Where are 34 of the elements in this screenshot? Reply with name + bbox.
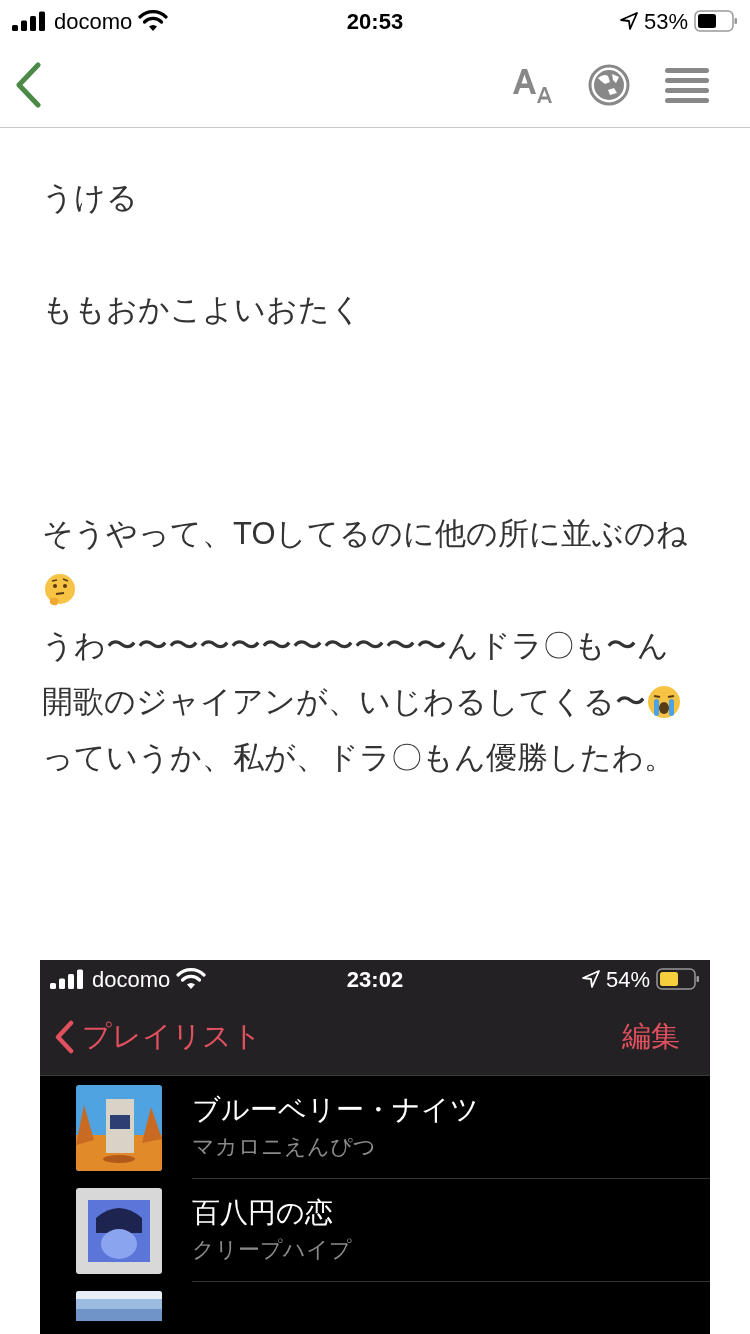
song-title: 百八円の恋 bbox=[192, 1196, 334, 1230]
post-text-line: そうやって、TOしてるのに他の所に並ぶのね bbox=[42, 515, 689, 553]
post-text-line: ももおかこよいおたく bbox=[42, 291, 362, 329]
post-text-line: うわ〜〜〜〜〜〜〜〜〜〜〜んドラ〇も〜ん bbox=[42, 627, 669, 665]
location-arrow-icon bbox=[619, 12, 638, 30]
post-text-line: うける bbox=[42, 179, 138, 217]
clock-time: 20:53 bbox=[346, 7, 404, 36]
crying-face-emoji bbox=[646, 684, 682, 720]
globe-icon bbox=[588, 63, 630, 106]
clock-time: 23:02 bbox=[346, 965, 404, 994]
wifi-icon bbox=[176, 968, 207, 990]
carrier-name: docomo bbox=[54, 7, 133, 36]
post-text-line: っていうか、私が、ドラ〇もん優勝したわ。 bbox=[42, 739, 675, 777]
edit-button[interactable]: 編集 bbox=[622, 1014, 680, 1059]
back-chevron-icon bbox=[14, 61, 42, 108]
song-artist: マカロニえんぴつ bbox=[192, 1133, 377, 1161]
signal-icon bbox=[50, 969, 86, 989]
location-arrow-icon bbox=[581, 970, 600, 988]
thinking-face-emoji bbox=[42, 572, 78, 608]
signal-icon bbox=[12, 11, 48, 31]
battery-icon bbox=[694, 10, 738, 32]
wifi-icon bbox=[138, 10, 169, 32]
battery-icon bbox=[656, 968, 700, 990]
post-text-line: 開歌のジャイアンが、いじわるしてくる〜 bbox=[42, 683, 646, 721]
battery-percent: 53% bbox=[643, 7, 688, 36]
carrier-name: docomo bbox=[92, 965, 171, 994]
song-row[interactable]: 百八円の恋 クリープハイプ bbox=[40, 1179, 710, 1282]
song-artist: クリープハイプ bbox=[192, 1236, 353, 1264]
back-chevron-icon bbox=[54, 1019, 74, 1054]
song-title: ブルーベリー・ナイツ bbox=[192, 1093, 480, 1127]
song-row[interactable]: ブルーベリー・ナイツ マカロニえんぴつ bbox=[40, 1076, 710, 1179]
menu-icon bbox=[664, 65, 710, 104]
battery-percent: 54% bbox=[605, 965, 650, 994]
playlist-back-button[interactable]: プレイリスト bbox=[54, 1014, 262, 1059]
